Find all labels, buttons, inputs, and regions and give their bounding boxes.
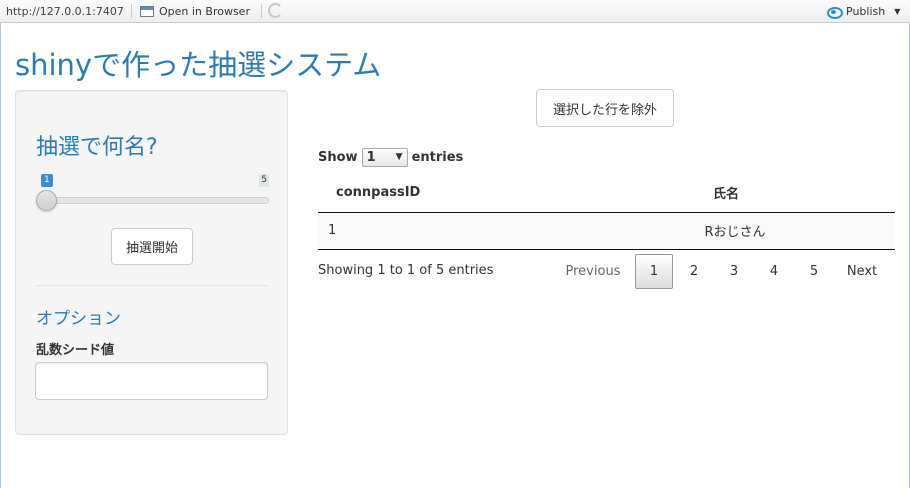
slider-max-label: 5 xyxy=(259,174,269,187)
pagination-previous[interactable]: Previous xyxy=(551,254,635,289)
column-header-name[interactable]: 氏名 xyxy=(575,174,895,213)
slider-track[interactable] xyxy=(36,197,269,204)
pagination-page-4[interactable]: 4 xyxy=(754,254,794,289)
start-draw-button[interactable]: 抽選開始 xyxy=(111,228,193,265)
chevron-down-icon: ▼ xyxy=(395,152,403,162)
publish-button[interactable]: Publish ▼ xyxy=(827,4,900,19)
entries-select[interactable]: 1 ▼ xyxy=(361,148,408,167)
options-heading: オプション xyxy=(36,309,121,329)
table-row[interactable]: 1 Rおじさん xyxy=(318,212,895,250)
length-menu-entries-label: entries xyxy=(411,150,464,165)
seed-label: 乱数シード値 xyxy=(36,343,115,358)
publish-label: Publish xyxy=(846,5,886,18)
draw-count-heading: 抽選で何名? xyxy=(36,135,158,160)
table-info: Showing 1 to 1 of 5 entries xyxy=(318,263,494,278)
slider-handle[interactable] xyxy=(36,190,57,211)
viewer-url: http://127.0.0.1:7407 xyxy=(6,5,124,18)
pagination-page-5[interactable]: 5 xyxy=(794,254,834,289)
table-cell-connpassid: 1 xyxy=(318,212,575,250)
length-menu: Show 1 ▼ entries xyxy=(318,148,463,167)
pagination: Previous 1 2 3 4 5 Next xyxy=(551,254,890,289)
browser-window-icon xyxy=(140,6,154,17)
pagination-next[interactable]: Next xyxy=(834,254,890,289)
pagination-page-3[interactable]: 3 xyxy=(714,254,754,289)
table-cell-name: Rおじさん xyxy=(575,212,895,250)
chevron-down-icon[interactable]: ▼ xyxy=(894,7,900,16)
results-table: connpassID 氏名 1 Rおじさん xyxy=(318,174,895,250)
length-menu-show-label: Show xyxy=(318,150,358,165)
entries-select-value: 1 xyxy=(366,150,376,165)
sidebar-divider xyxy=(36,285,269,286)
slider-current-label: 1 xyxy=(41,174,53,187)
open-in-browser-button[interactable]: Open in Browser xyxy=(140,4,250,19)
sidebar-panel: 抽選で何名? 1 5 抽選開始 オプション 乱数シード値 xyxy=(15,90,288,435)
refresh-icon[interactable] xyxy=(268,3,283,18)
publish-icon xyxy=(827,6,843,19)
table-header-row: connpassID 氏名 xyxy=(318,174,895,213)
open-in-browser-label: Open in Browser xyxy=(159,5,250,18)
toolbar-divider xyxy=(131,4,132,18)
exclude-selected-button[interactable]: 選択した行を除外 xyxy=(536,89,674,127)
seed-input[interactable] xyxy=(35,362,268,400)
draw-count-slider[interactable]: 1 5 xyxy=(36,173,269,213)
page-title: shinyで作った抽選システム xyxy=(15,48,382,82)
pagination-page-1[interactable]: 1 xyxy=(635,254,673,289)
viewer-toolbar: http://127.0.0.1:7407 Open in Browser Pu… xyxy=(0,0,910,23)
pagination-page-2[interactable]: 2 xyxy=(674,254,714,289)
toolbar-divider xyxy=(261,4,262,18)
column-header-connpassid[interactable]: connpassID xyxy=(318,174,575,213)
